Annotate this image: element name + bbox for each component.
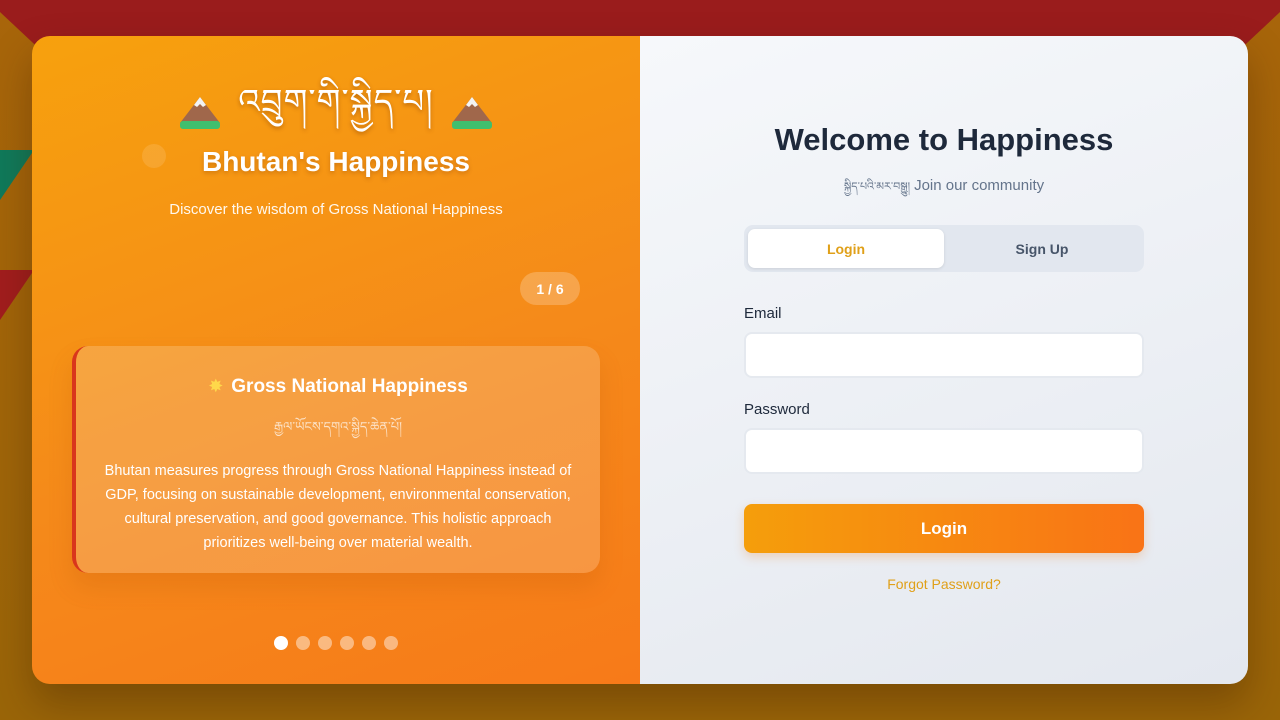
email-label: Email bbox=[744, 305, 782, 322]
slide-dot-3[interactable] bbox=[318, 636, 332, 650]
hero-title-row: འབྲུག་གི་སྐྱིད་པ། bbox=[32, 82, 640, 136]
mountain-icon bbox=[180, 97, 221, 129]
tab-signup[interactable]: Sign Up bbox=[944, 229, 1140, 268]
community-dzongkha: སྐྱིད་པའི་མར་བསྒྱུ། bbox=[843, 180, 911, 193]
slide-counter: 1 / 6 bbox=[520, 272, 580, 305]
slide-dots bbox=[32, 636, 640, 650]
forgot-password-link[interactable]: Forgot Password? bbox=[640, 576, 1248, 592]
slide-dot-5[interactable] bbox=[362, 636, 376, 650]
mountain-icon bbox=[451, 97, 492, 129]
slide-title-row: ✸ Gross National Happiness bbox=[104, 376, 572, 398]
tab-login[interactable]: Login bbox=[748, 229, 944, 268]
info-slide-card: ✸ Gross National Happiness རྒྱལ་ཡོངས་དགའ… bbox=[72, 346, 600, 573]
auth-card: འབྲུག་གི་སྐྱིད་པ། Bhutan's Happiness Dis… bbox=[32, 36, 1248, 684]
info-panel: འབྲུག་གི་སྐྱིད་པ། Bhutan's Happiness Dis… bbox=[32, 36, 640, 684]
login-button[interactable]: Login bbox=[744, 504, 1144, 553]
login-panel: Welcome to Happiness སྐྱིད་པའི་མར་བསྒྱུ།… bbox=[640, 36, 1248, 684]
auth-tabs: Login Sign Up bbox=[744, 225, 1144, 272]
slide-dot-1[interactable] bbox=[274, 636, 288, 650]
community-text: Join our community bbox=[914, 177, 1045, 194]
slide-title: Gross National Happiness bbox=[231, 376, 468, 397]
email-field[interactable] bbox=[744, 332, 1144, 378]
red-flag-decor bbox=[0, 270, 34, 320]
green-flag-decor bbox=[0, 150, 34, 200]
dzongkha-title: འབྲུག་གི་སྐྱིད་པ། bbox=[238, 82, 434, 122]
slide-dot-2[interactable] bbox=[296, 636, 310, 650]
slide-body: Bhutan measures progress through Gross N… bbox=[104, 463, 572, 551]
password-field[interactable] bbox=[744, 428, 1144, 474]
slide-dzongkha: རྒྱལ་ཡོངས་དགའ་སྐྱིད་ཆེན་པོ། bbox=[274, 420, 402, 435]
brand-subtitle: Discover the wisdom of Gross National Ha… bbox=[169, 201, 503, 218]
welcome-title: Welcome to Happiness bbox=[774, 122, 1114, 157]
sparkle-icon: ✸ bbox=[208, 376, 224, 397]
community-subtitle: སྐྱིད་པའི་མར་བསྒྱུ། Join our community bbox=[640, 174, 1248, 205]
brand-title: Bhutan's Happiness bbox=[201, 146, 471, 177]
slide-dot-6[interactable] bbox=[384, 636, 398, 650]
slide-dot-4[interactable] bbox=[340, 636, 354, 650]
password-label: Password bbox=[744, 401, 810, 418]
